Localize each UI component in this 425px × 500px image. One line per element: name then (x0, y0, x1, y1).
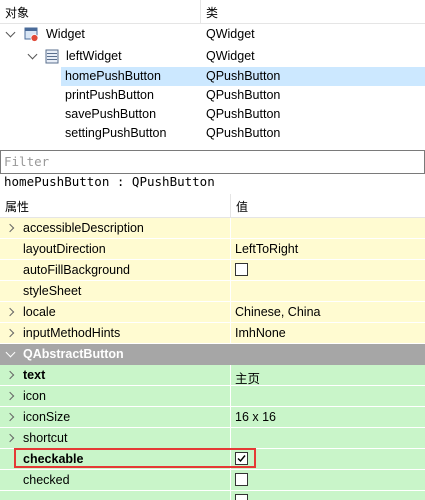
chevron-down-icon[interactable] (5, 347, 16, 358)
property-row-layoutdirection[interactable]: layoutDirection LeftToRight (0, 239, 425, 260)
property-name: styleSheet (23, 284, 82, 298)
group-header-qabstractbutton[interactable]: QAbstractButton (0, 344, 425, 365)
property-row-accessibledescription[interactable]: accessibleDescription (0, 218, 425, 239)
object-header: 对象 类 (0, 0, 425, 24)
tree-row-widget[interactable]: Widget QWidget (0, 25, 425, 44)
property-row-icon[interactable]: icon (0, 386, 425, 407)
property-header: 属性 值 (0, 194, 425, 218)
chevron-down-icon[interactable] (27, 49, 38, 60)
tree-item-class: QPushButton (206, 88, 281, 102)
property-value[interactable]: 主页 (235, 368, 260, 387)
property-name: iconSize (23, 410, 71, 424)
tree-item-label: printPushButton (65, 88, 154, 102)
tree-item-label: settingPushButton (65, 126, 167, 140)
tree-item-label: savePushButton (65, 107, 157, 121)
tree-row-printpushbutton[interactable]: printPushButton QPushButton (0, 86, 425, 105)
property-value[interactable]: 16 x 16 (235, 410, 276, 424)
property-value[interactable]: ImhNone (235, 326, 286, 340)
property-name: layoutDirection (23, 242, 106, 256)
value-column-header[interactable]: 值 (236, 198, 248, 215)
property-name: locale (23, 305, 56, 319)
tree-item-class: QPushButton (206, 126, 281, 140)
chevron-right-icon[interactable] (5, 223, 15, 233)
object-column-header[interactable]: 对象 (5, 4, 29, 21)
chevron-right-icon[interactable] (5, 370, 15, 380)
property-row-autofillbackground[interactable]: autoFillBackground (0, 260, 425, 281)
property-row-text[interactable]: text 主页 (0, 365, 425, 386)
tree-item-class: QWidget (206, 27, 255, 41)
tree-item-class: QPushButton (206, 69, 281, 83)
widget-icon (24, 27, 39, 42)
tree-row-leftwidget[interactable]: leftWidget QWidget (0, 47, 425, 66)
property-row-locale[interactable]: locale Chinese, China (0, 302, 425, 323)
property-name: shortcut (23, 431, 68, 445)
class-column-header[interactable]: 类 (206, 4, 218, 21)
property-row-partial (0, 491, 425, 500)
header-separator (200, 0, 201, 23)
property-row-stylesheet[interactable]: styleSheet (0, 281, 425, 302)
chevron-right-icon[interactable] (5, 391, 15, 401)
autofillbackground-checkbox[interactable] (235, 263, 248, 276)
current-object-label: homePushButton : QPushButton (4, 174, 215, 189)
property-value[interactable]: LeftToRight (235, 242, 298, 256)
partial-checkbox[interactable] (235, 494, 248, 500)
chevron-right-icon[interactable] (5, 328, 15, 338)
tree-row-homepushbutton[interactable]: homePushButton QPushButton (0, 67, 425, 86)
tree-item-label: homePushButton (65, 69, 161, 83)
object-inspector: 对象 类 Widget QWidget leftWidget QWidget h… (0, 0, 425, 149)
filter-input[interactable] (4, 153, 414, 170)
property-value[interactable]: Chinese, China (235, 305, 320, 319)
highlight-box (14, 448, 256, 468)
property-column-header[interactable]: 属性 (5, 198, 29, 215)
tree-item-class: QWidget (206, 49, 255, 63)
property-row-iconsize[interactable]: iconSize 16 x 16 (0, 407, 425, 428)
property-row-inputmethodhints[interactable]: inputMethodHints ImhNone (0, 323, 425, 344)
tree-row-savepushbutton[interactable]: savePushButton QPushButton (0, 105, 425, 124)
property-name: checked (23, 473, 70, 487)
chevron-right-icon[interactable] (5, 433, 15, 443)
tree-item-class: QPushButton (206, 107, 281, 121)
tree-item-label: leftWidget (66, 49, 122, 63)
chevron-right-icon[interactable] (5, 307, 15, 317)
chevron-down-icon[interactable] (5, 27, 16, 38)
property-name: autoFillBackground (23, 263, 131, 277)
filter-box (0, 150, 425, 174)
chevron-right-icon[interactable] (5, 412, 15, 422)
property-name: accessibleDescription (23, 221, 144, 235)
property-row-checked[interactable]: checked (0, 470, 425, 491)
layout-icon (45, 49, 59, 64)
property-name: icon (23, 389, 46, 403)
header-separator (230, 194, 231, 217)
property-name: inputMethodHints (23, 326, 121, 340)
checked-checkbox[interactable] (235, 473, 248, 486)
tree-row-settingpushbutton[interactable]: settingPushButton QPushButton (0, 124, 425, 143)
tree-item-label: Widget (46, 27, 85, 41)
property-row-shortcut[interactable]: shortcut (0, 428, 425, 449)
group-label: QAbstractButton (23, 347, 124, 361)
property-name: text (23, 368, 46, 382)
